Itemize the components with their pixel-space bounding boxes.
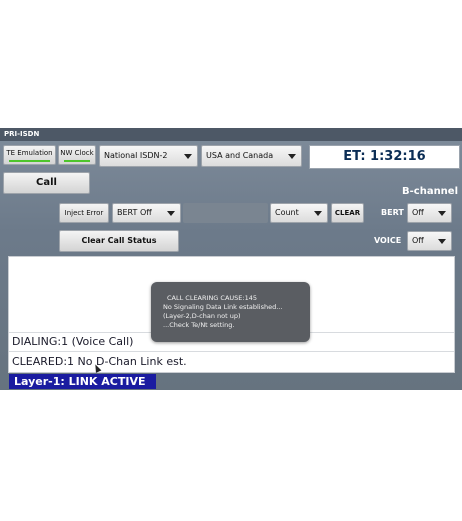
b-channel-voice-value: Off (412, 236, 424, 245)
nw-clock-toggle[interactable]: NW Clock (58, 145, 96, 165)
b-channel-voice-select[interactable]: Off (407, 231, 452, 251)
toast-line: CALL CLEARING CAUSE:145 (167, 294, 257, 302)
chevron-down-icon (438, 211, 446, 216)
clear-button[interactable]: CLEAR (331, 203, 364, 223)
elapsed-time: ET: 1:32:16 (309, 145, 460, 169)
chevron-down-icon (288, 154, 296, 159)
b-channel-title: B-channel (402, 186, 459, 197)
b-channel-bert-select[interactable]: Off (407, 203, 452, 223)
bert-status-bar (183, 203, 268, 223)
te-emulation-label: TE Emulation (6, 149, 53, 157)
call-button[interactable]: Call (3, 172, 90, 194)
log-line: DIALING:1 (Voice Call) (12, 335, 134, 348)
chevron-down-icon (314, 211, 322, 216)
toast-line: ...Check Te/Nt setting. (163, 321, 235, 329)
chevron-down-icon (184, 154, 192, 159)
region-select[interactable]: USA and Canada (201, 145, 302, 167)
region-value: USA and Canada (206, 151, 274, 160)
b-channel-bert-value: Off (412, 208, 424, 217)
bert-mode-select[interactable]: BERT Off (112, 203, 181, 223)
count-value: Count (275, 208, 299, 217)
inject-error-button[interactable]: Inject Error (59, 203, 109, 223)
clear-call-status-button[interactable]: Clear Call Status (59, 230, 179, 252)
toggle-indicator-icon (9, 160, 50, 162)
count-select[interactable]: Count (270, 203, 328, 223)
toast-line: No Signaling Data Link established... (163, 303, 283, 311)
chevron-down-icon (167, 211, 175, 216)
toast-line: (Layer-2,D-chan not up) (163, 312, 241, 320)
toggle-indicator-icon (64, 160, 90, 162)
nw-clock-label: NW Clock (60, 149, 94, 157)
b-channel-voice-label: VOICE (374, 236, 402, 245)
te-emulation-toggle[interactable]: TE Emulation (3, 145, 56, 165)
protocol-select[interactable]: National ISDN-2 (99, 145, 198, 167)
b-channel-bert-label: BERT (381, 208, 404, 217)
protocol-value: National ISDN-2 (104, 151, 168, 160)
bert-mode-value: BERT Off (117, 208, 152, 217)
log-divider (9, 351, 454, 352)
window-title: PRI-ISDN (0, 128, 462, 141)
layer1-status: Layer-1: LINK ACTIVE (9, 374, 156, 389)
chevron-down-icon (438, 239, 446, 244)
call-clearing-toast: CALL CLEARING CAUSE:145 No Signaling Dat… (151, 282, 310, 342)
